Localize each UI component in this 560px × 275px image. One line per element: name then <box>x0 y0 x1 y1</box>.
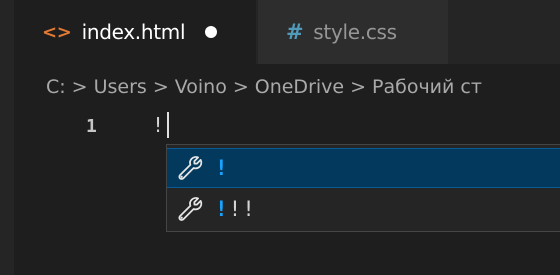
wrench-icon <box>178 156 203 180</box>
breadcrumb-item-desktop[interactable]: Рабочий ст <box>372 76 482 98</box>
wrench-icon <box>178 197 203 221</box>
css-file-icon: # <box>286 20 304 44</box>
code-text: ! <box>152 113 165 137</box>
chevron-right-icon: > <box>71 76 88 98</box>
line-number: 1 <box>86 116 97 137</box>
suggestion-widget: ! !!! <box>166 144 560 232</box>
tab-label: index.html <box>81 20 186 44</box>
suggestion-item[interactable]: ! <box>167 148 560 188</box>
editor-window: <> index.html # style.css C: > Users > Voino… <box>0 0 560 275</box>
tab-index-html[interactable]: <> index.html <box>14 0 256 64</box>
breadcrumb-item-drive[interactable]: C: <box>46 76 66 98</box>
chevron-right-icon: > <box>350 76 367 98</box>
breadcrumb-item-onedrive[interactable]: OneDrive <box>255 76 344 98</box>
breadcrumb-item-users[interactable]: Users <box>94 76 147 98</box>
tab-style-css[interactable]: # style.css <box>258 0 448 64</box>
chevron-right-icon: > <box>232 76 249 98</box>
window-left-edge <box>0 0 14 275</box>
code-line[interactable]: ! <box>152 112 170 138</box>
breadcrumb-item-voino[interactable]: Voino <box>175 76 227 98</box>
suggestion-rest: !! <box>228 197 256 221</box>
chevron-right-icon: > <box>152 76 169 98</box>
text-cursor <box>167 112 170 138</box>
suggestion-item[interactable]: !!! <box>167 189 560 229</box>
html-file-icon: <> <box>42 21 72 43</box>
suggestion-match: ! <box>215 197 229 221</box>
breadcrumb: C: > Users > Voino > OneDrive > Рабочий ст <box>46 72 560 102</box>
suggestion-match: ! <box>215 156 229 180</box>
tab-label: style.css <box>313 20 397 44</box>
suggestion-label: !!! <box>215 197 256 221</box>
suggestion-label: ! <box>215 156 229 180</box>
unsaved-dot-icon[interactable] <box>205 26 218 38</box>
